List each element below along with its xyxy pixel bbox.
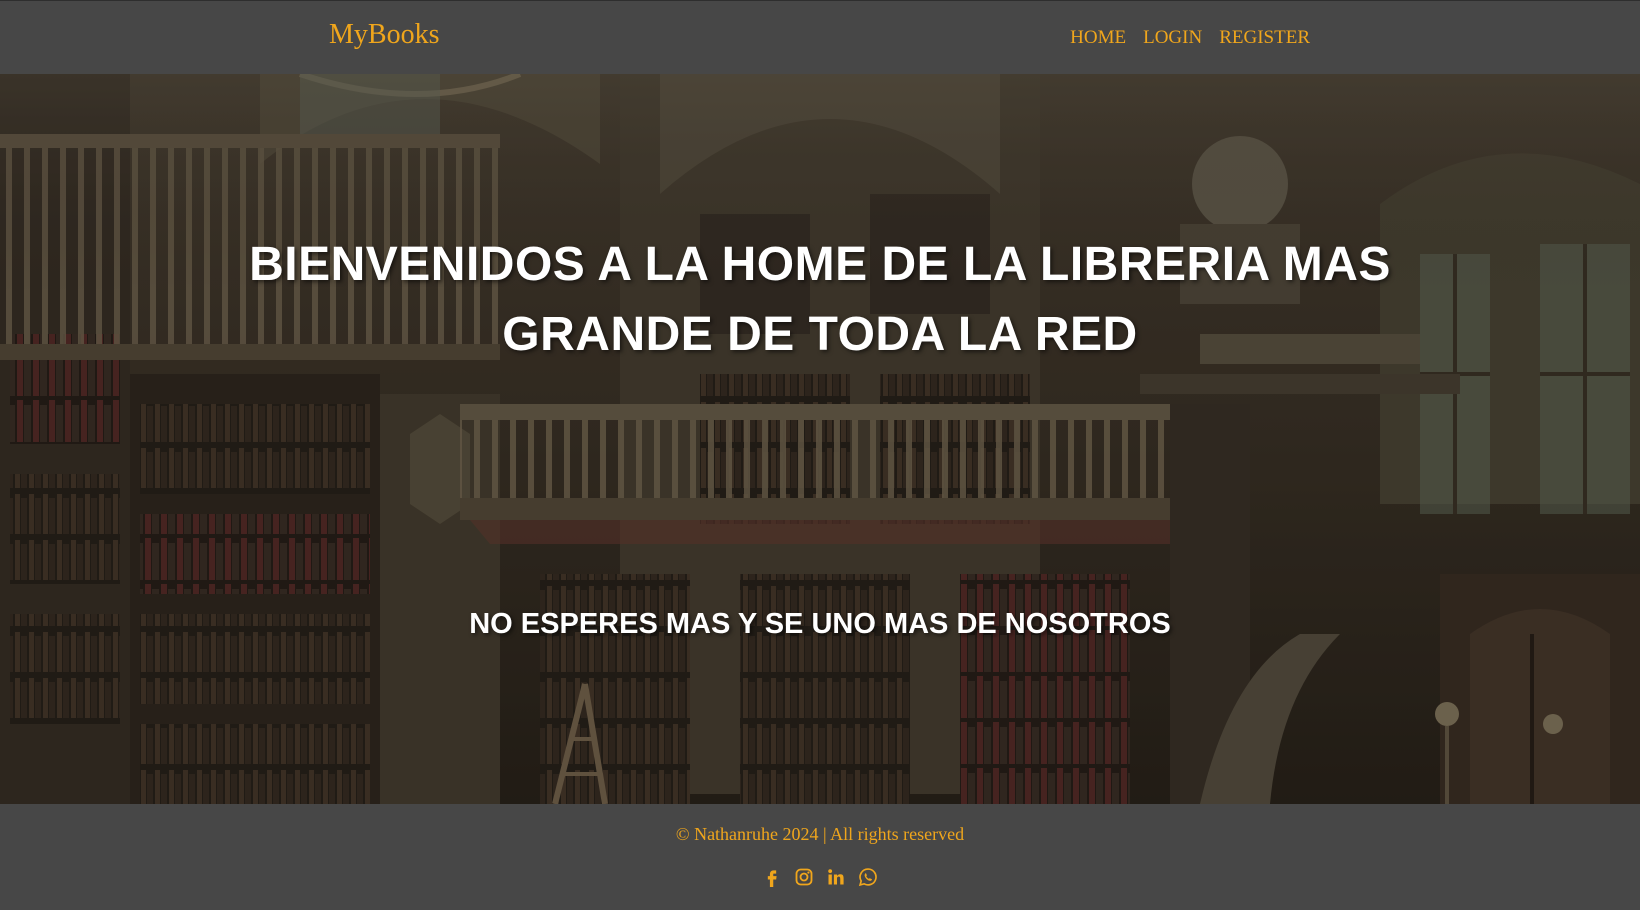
footer: © Nathanruhe 2024 | All rights reserved: [0, 804, 1640, 910]
hero-subtitle: NO ESPERES MAS Y SE UNO MAS DE NOSOTROS: [469, 608, 1171, 640]
whatsapp-link[interactable]: [858, 866, 878, 888]
nav-home-link[interactable]: HOME: [1070, 28, 1126, 47]
social-links: [0, 866, 1640, 888]
instagram-link[interactable]: [794, 866, 814, 888]
hero-title: BIENVENIDOS A LA HOME DE LA LIBRERIA MAS…: [249, 238, 1391, 361]
facebook-icon: [767, 870, 777, 887]
whatsapp-icon: [858, 868, 877, 887]
linkedin-link[interactable]: [826, 866, 846, 888]
facebook-link[interactable]: [762, 866, 782, 888]
hero-section: BIENVENIDOS A LA HOME DE LA LIBRERIA MAS…: [0, 74, 1640, 804]
navbar: MyBooks HOME LOGIN REGISTER: [0, 0, 1640, 74]
linkedin-icon: [828, 869, 844, 885]
instagram-icon: [795, 868, 813, 886]
brand-logo-link[interactable]: MyBooks: [329, 21, 439, 49]
hero-dark-overlay: [0, 74, 1640, 804]
copyright-text: © Nathanruhe 2024 | All rights reserved: [675, 824, 965, 844]
nav-login-link[interactable]: LOGIN: [1143, 28, 1202, 47]
nav-register-link[interactable]: REGISTER: [1219, 28, 1310, 47]
nav-links: HOME LOGIN REGISTER: [1070, 28, 1310, 47]
